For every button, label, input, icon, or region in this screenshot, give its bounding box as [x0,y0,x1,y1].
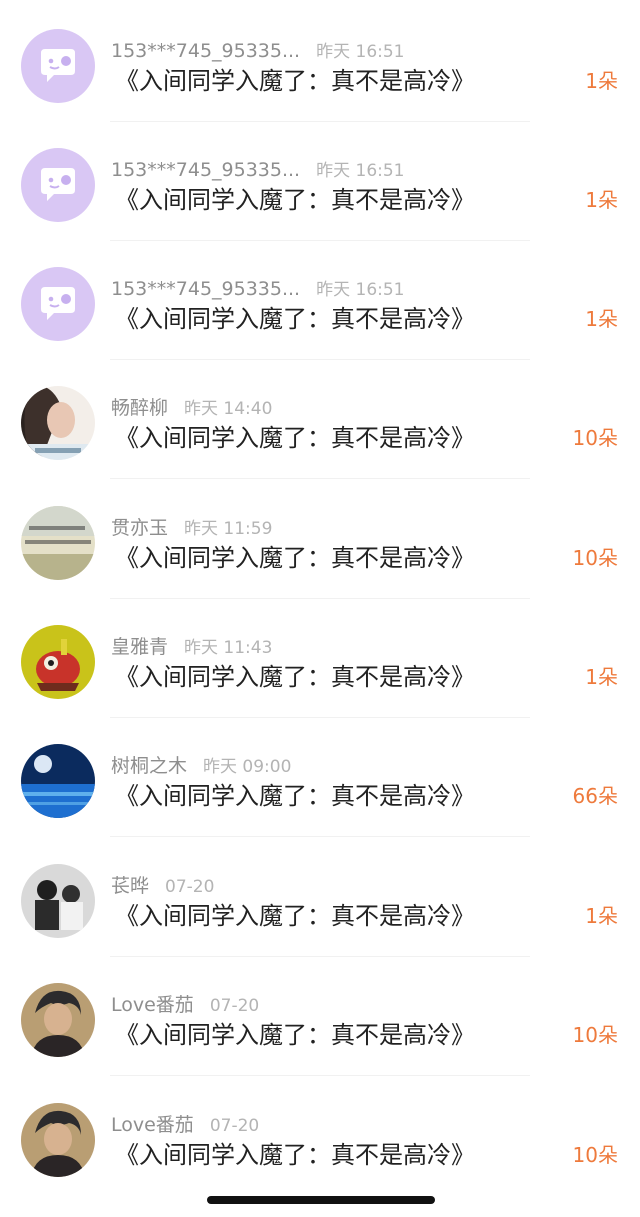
timestamp: 昨天 14:40 [184,399,273,419]
list-item[interactable]: 153***745_95335... 昨天 16:51 《入间同学入魔了：真不是高… [0,3,640,122]
list-item[interactable]: Love番茄 07-20 《入间同学入魔了：真不是高冷》 10朵 [0,1077,640,1196]
gift-title: 《入间同学入魔了：真不是高冷》 [115,424,475,452]
photo-avatar[interactable] [21,864,95,938]
flower-count: 1朵 [585,69,618,93]
timestamp: 07-20 [209,996,260,1016]
gift-title: 《入间同学入魔了：真不是高冷》 [115,186,475,214]
gift-title: 《入间同学入魔了：真不是高冷》 [115,544,475,572]
row-meta: 皇雅青 昨天 11:43 [111,635,272,659]
flower-count: 1朵 [585,904,618,928]
default-chat-bubble-icon[interactable] [21,29,95,103]
timestamp: 07-20 [165,877,215,897]
list-item[interactable]: 153***745_95335... 昨天 16:51 《入间同学入魔了：真不是高… [0,122,640,241]
list-item[interactable]: 贯亦玉 昨天 11:59 《入间同学入魔了：真不是高冷》 10朵 [0,480,640,599]
flower-count: 10朵 [572,1143,618,1167]
photo-avatar[interactable] [21,386,95,460]
gift-title: 《入间同学入魔了：真不是高冷》 [115,1141,475,1169]
row-meta: 苌晔 07-20 [111,874,214,898]
list-item[interactable]: 树桐之木 昨天 09:00 《入间同学入魔了：真不是高冷》 66朵 [0,718,640,837]
username[interactable]: 皇雅青 [111,636,168,658]
default-chat-bubble-icon[interactable] [21,267,95,341]
list-item[interactable]: Love番茄 07-20 《入间同学入魔了：真不是高冷》 10朵 [0,957,640,1076]
photo-avatar[interactable] [21,506,95,580]
divider [110,836,530,837]
timestamp: 07-20 [209,1116,260,1136]
gift-title: 《入间同学入魔了：真不是高冷》 [115,782,475,810]
row-meta: Love番茄 07-20 [111,1113,259,1137]
list-item[interactable]: 153***745_95335... 昨天 16:51 《入间同学入魔了：真不是高… [0,241,640,360]
photo-avatar[interactable] [21,983,95,1057]
row-meta: 树桐之木 昨天 09:00 [111,754,291,778]
gift-title: 《入间同学入魔了：真不是高冷》 [115,1021,475,1049]
timestamp: 昨天 16:51 [316,42,405,62]
flower-count: 10朵 [572,426,618,450]
home-indicator[interactable] [207,1196,435,1204]
row-meta: 贯亦玉 昨天 11:59 [111,516,272,540]
divider [110,1075,530,1076]
photo-avatar[interactable] [21,744,95,818]
row-meta: Love番茄 07-20 [111,993,259,1017]
gift-title: 《入间同学入魔了：真不是高冷》 [115,902,475,930]
timestamp: 昨天 09:00 [203,757,292,777]
username[interactable]: 贯亦玉 [111,517,168,539]
divider [110,478,530,479]
username[interactable]: 153***745_95335... [111,159,300,181]
timestamp: 昨天 11:43 [184,638,273,658]
row-meta: 畅醉柳 昨天 14:40 [111,396,272,420]
username[interactable]: 畅醉柳 [111,397,168,419]
username[interactable]: 树桐之木 [111,755,187,777]
flower-count: 1朵 [585,188,618,212]
gift-title: 《入间同学入魔了：真不是高冷》 [115,305,475,333]
row-meta: 153***745_95335... 昨天 16:51 [111,158,405,182]
username[interactable]: Love番茄 [111,1114,194,1136]
gift-title: 《入间同学入魔了：真不是高冷》 [115,67,475,95]
flower-count: 1朵 [585,665,618,689]
username[interactable]: Love番茄 [111,994,194,1016]
default-chat-bubble-icon[interactable] [21,148,95,222]
timestamp: 昨天 11:59 [184,519,273,539]
flower-count: 66朵 [572,784,618,808]
photo-avatar[interactable] [21,1103,95,1177]
flower-count: 1朵 [585,307,618,331]
username[interactable]: 苌晔 [111,875,149,897]
username[interactable]: 153***745_95335... [111,40,300,62]
list-item[interactable]: 苌晔 07-20 《入间同学入魔了：真不是高冷》 1朵 [0,838,640,957]
row-meta: 153***745_95335... 昨天 16:51 [111,277,405,301]
photo-avatar[interactable] [21,625,95,699]
list-item[interactable]: 皇雅青 昨天 11:43 《入间同学入魔了：真不是高冷》 1朵 [0,599,640,718]
list-item[interactable]: 畅醉柳 昨天 14:40 《入间同学入魔了：真不是高冷》 10朵 [0,360,640,479]
flower-count: 10朵 [572,1023,618,1047]
gift-title: 《入间同学入魔了：真不是高冷》 [115,663,475,691]
username[interactable]: 153***745_95335... [111,278,300,300]
flower-count: 10朵 [572,546,618,570]
timestamp: 昨天 16:51 [316,161,405,181]
timestamp: 昨天 16:51 [316,280,405,300]
row-meta: 153***745_95335... 昨天 16:51 [111,39,405,63]
